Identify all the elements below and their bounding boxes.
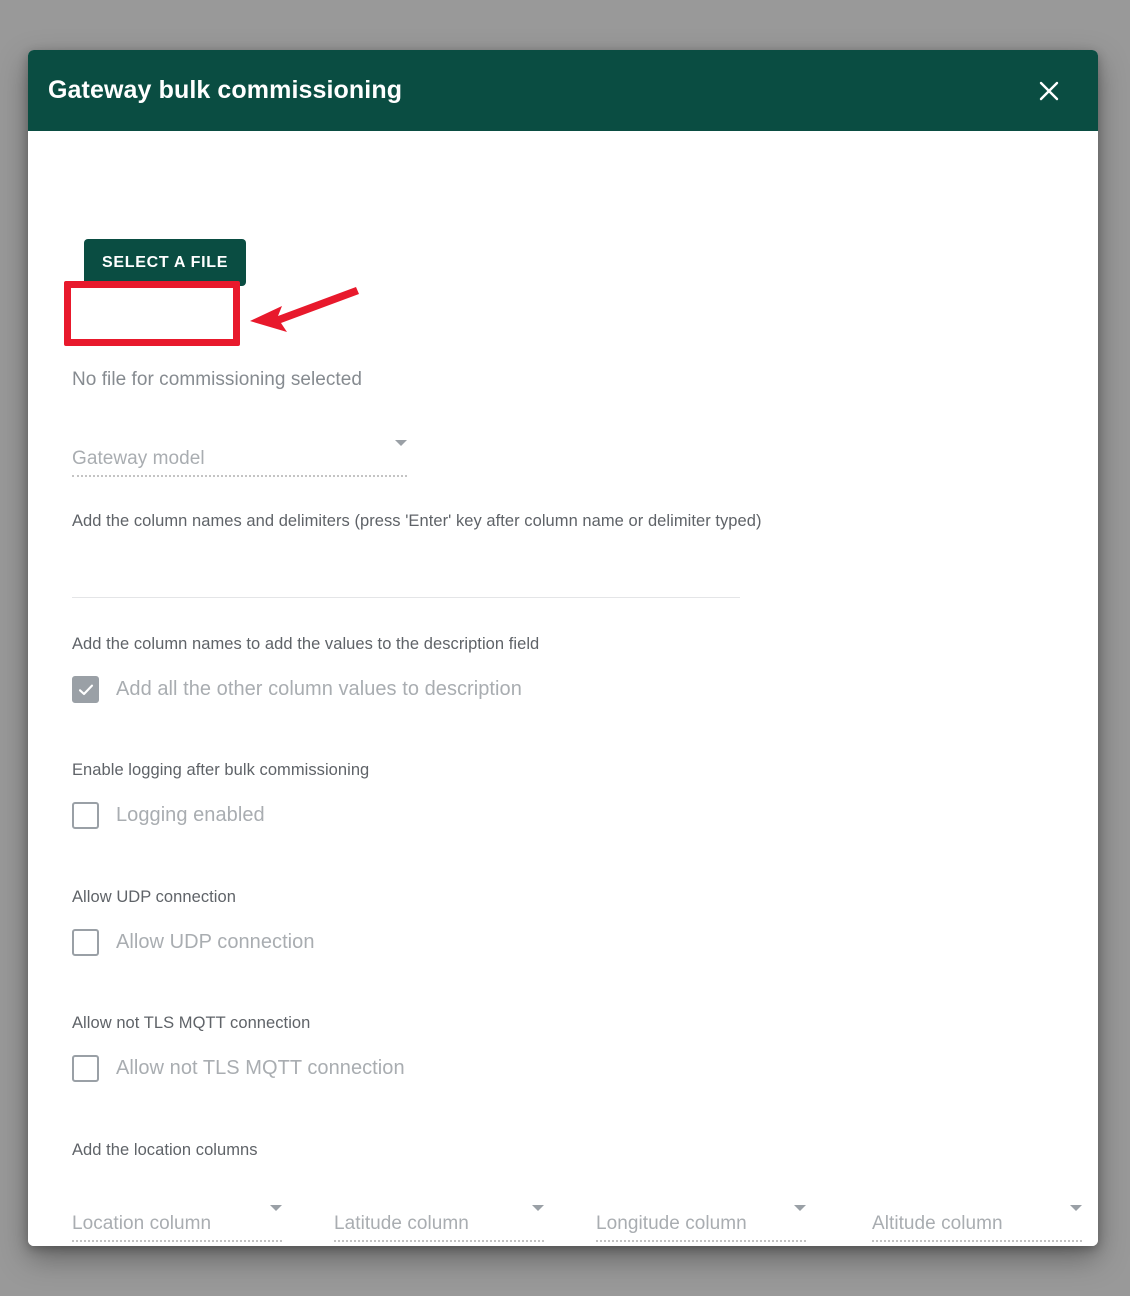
logging-hint: Enable logging after bulk commissioning xyxy=(72,761,370,779)
location-columns-row: Location column Latitude column Longitud… xyxy=(72,1205,1082,1246)
chevron-down-icon xyxy=(395,440,407,464)
checkbox-label: Allow not TLS MQTT connection xyxy=(116,1057,405,1079)
column-names-input[interactable] xyxy=(72,546,740,598)
latitude-column-select-label: Latitude column xyxy=(334,1213,469,1234)
dialog-body: SELECT A FILE No file for commissioning … xyxy=(28,131,1098,1246)
page-title: Gateway bulk commissioning xyxy=(48,76,403,104)
annotation-arrow-icon xyxy=(238,276,368,346)
chevron-down-icon xyxy=(532,1205,544,1229)
location-column-select[interactable]: Location column xyxy=(72,1205,282,1242)
allow-not-tls-mqtt-connection-checkbox[interactable]: Allow not TLS MQTT connection xyxy=(72,1055,405,1082)
chevron-down-icon xyxy=(794,1205,806,1229)
column-names-hint: Add the column names and delimiters (pre… xyxy=(72,512,762,530)
checkbox-unchecked-icon xyxy=(72,802,99,829)
add-all-columns-to-description-checkbox[interactable]: Add all the other column values to descr… xyxy=(72,676,522,703)
annotation-highlight-box xyxy=(64,281,240,346)
longitude-column-select-label: Longitude column xyxy=(596,1213,747,1234)
logging-enabled-checkbox[interactable]: Logging enabled xyxy=(72,802,265,829)
close-button[interactable] xyxy=(1028,70,1070,112)
no-file-status-text: No file for commissioning selected xyxy=(72,369,362,390)
gateway-model-select[interactable]: Gateway model xyxy=(72,440,407,477)
chevron-down-icon xyxy=(1070,1205,1082,1229)
location-column-select-label: Location column xyxy=(72,1213,212,1234)
close-icon xyxy=(1036,78,1062,104)
mqtt-hint: Allow not TLS MQTT connection xyxy=(72,1014,311,1032)
latitude-column-select[interactable]: Latitude column xyxy=(334,1205,544,1242)
checkbox-label: Allow UDP connection xyxy=(116,931,315,953)
select-file-button[interactable]: SELECT A FILE xyxy=(84,239,247,286)
chevron-down-icon xyxy=(270,1205,282,1229)
altitude-column-select-label: Altitude column xyxy=(872,1213,1003,1234)
checkbox-unchecked-icon xyxy=(72,1055,99,1082)
longitude-column-select[interactable]: Longitude column xyxy=(596,1205,806,1242)
description-hint: Add the column names to add the values t… xyxy=(72,635,540,653)
altitude-column-select[interactable]: Altitude column xyxy=(872,1205,1082,1242)
checkbox-label: Logging enabled xyxy=(116,804,265,826)
gateway-bulk-commissioning-dialog: Gateway bulk commissioning SELECT A FILE… xyxy=(28,50,1098,1246)
location-columns-hint: Add the location columns xyxy=(72,1141,258,1159)
select-file-button-wrap: SELECT A FILE xyxy=(84,239,247,286)
checkbox-unchecked-icon xyxy=(72,929,99,956)
gateway-model-select-label: Gateway model xyxy=(72,448,205,469)
checkbox-checked-icon xyxy=(72,676,99,703)
udp-hint: Allow UDP connection xyxy=(72,888,236,906)
checkbox-label: Add all the other column values to descr… xyxy=(116,678,522,700)
dialog-header: Gateway bulk commissioning xyxy=(28,50,1098,131)
allow-udp-connection-checkbox[interactable]: Allow UDP connection xyxy=(72,929,315,956)
